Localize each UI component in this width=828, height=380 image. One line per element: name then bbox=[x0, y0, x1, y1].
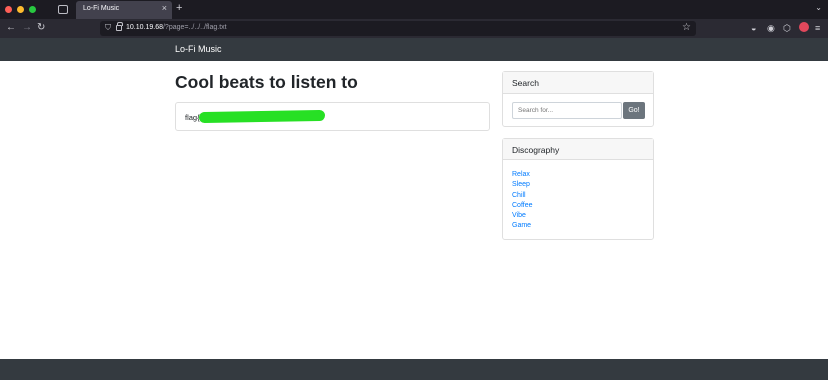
redaction-mark bbox=[198, 109, 326, 124]
window-minimize-button[interactable] bbox=[17, 6, 24, 13]
close-icon[interactable]: × bbox=[162, 3, 167, 13]
reload-icon[interactable]: ↻ bbox=[37, 22, 45, 34]
forward-icon[interactable]: → bbox=[22, 22, 32, 34]
browser-nav-bar: ← → ↻ ⛉ 10.10.19.68/?page=../../../flag.… bbox=[0, 19, 828, 38]
url-text[interactable]: 10.10.19.68/?page=../../../flag.txt bbox=[126, 24, 227, 31]
chevron-down-icon[interactable]: ⌄ bbox=[815, 3, 822, 12]
extension-badge-icon[interactable] bbox=[799, 22, 809, 32]
window-maximize-button[interactable] bbox=[29, 6, 36, 13]
browser-tab[interactable]: Lo-Fi Music × bbox=[76, 1, 172, 19]
extensions-icon[interactable]: ⬡ bbox=[783, 22, 791, 34]
account-icon[interactable]: ◉ bbox=[767, 22, 775, 34]
discography-list: Relax Sleep Chill Coffee Vibe Game bbox=[512, 170, 533, 232]
discography-link-coffee[interactable]: Coffee bbox=[512, 201, 533, 211]
shield-icon[interactable]: ⛉ bbox=[105, 23, 111, 33]
search-card-header: Search bbox=[503, 72, 653, 94]
search-input[interactable] bbox=[512, 102, 622, 119]
url-host: 10.10.19.68 bbox=[126, 24, 163, 31]
page-title: Cool beats to listen to bbox=[175, 72, 358, 92]
plus-icon[interactable]: + bbox=[176, 2, 182, 14]
lock-icon[interactable] bbox=[116, 22, 123, 31]
site-footer bbox=[0, 359, 828, 380]
menu-icon[interactable]: ≡ bbox=[815, 22, 820, 34]
discography-link-chill[interactable]: Chill bbox=[512, 191, 533, 201]
browser-tab-bar: Lo-Fi Music × + ⌄ bbox=[0, 0, 828, 19]
url-path: /?page=../../../flag.txt bbox=[162, 24, 227, 31]
search-card: Search Go! bbox=[502, 71, 654, 127]
discography-link-vibe[interactable]: Vibe bbox=[512, 211, 533, 221]
back-icon[interactable]: ← bbox=[6, 22, 16, 34]
discography-link-sleep[interactable]: Sleep bbox=[512, 180, 533, 190]
search-button[interactable]: Go! bbox=[623, 102, 645, 119]
pocket-icon[interactable]: ◒ bbox=[751, 22, 756, 34]
content-card: flag{e bbox=[175, 102, 490, 131]
discography-card-header: Discography bbox=[503, 139, 653, 160]
address-bar[interactable]: ⛉ 10.10.19.68/?page=../../../flag.txt ☆ bbox=[100, 21, 696, 36]
tab-title: Lo-Fi Music bbox=[83, 5, 120, 12]
site-brand[interactable]: Lo-Fi Music bbox=[175, 44, 222, 54]
tab-list-icon[interactable] bbox=[58, 5, 68, 14]
discography-link-relax[interactable]: Relax bbox=[512, 170, 533, 180]
discography-card: Discography Relax Sleep Chill Coffee Vib… bbox=[502, 138, 654, 240]
site-navbar: Lo-Fi Music bbox=[0, 38, 828, 61]
star-icon[interactable]: ☆ bbox=[682, 22, 691, 33]
discography-link-game[interactable]: Game bbox=[512, 221, 533, 231]
window-close-button[interactable] bbox=[5, 6, 12, 13]
